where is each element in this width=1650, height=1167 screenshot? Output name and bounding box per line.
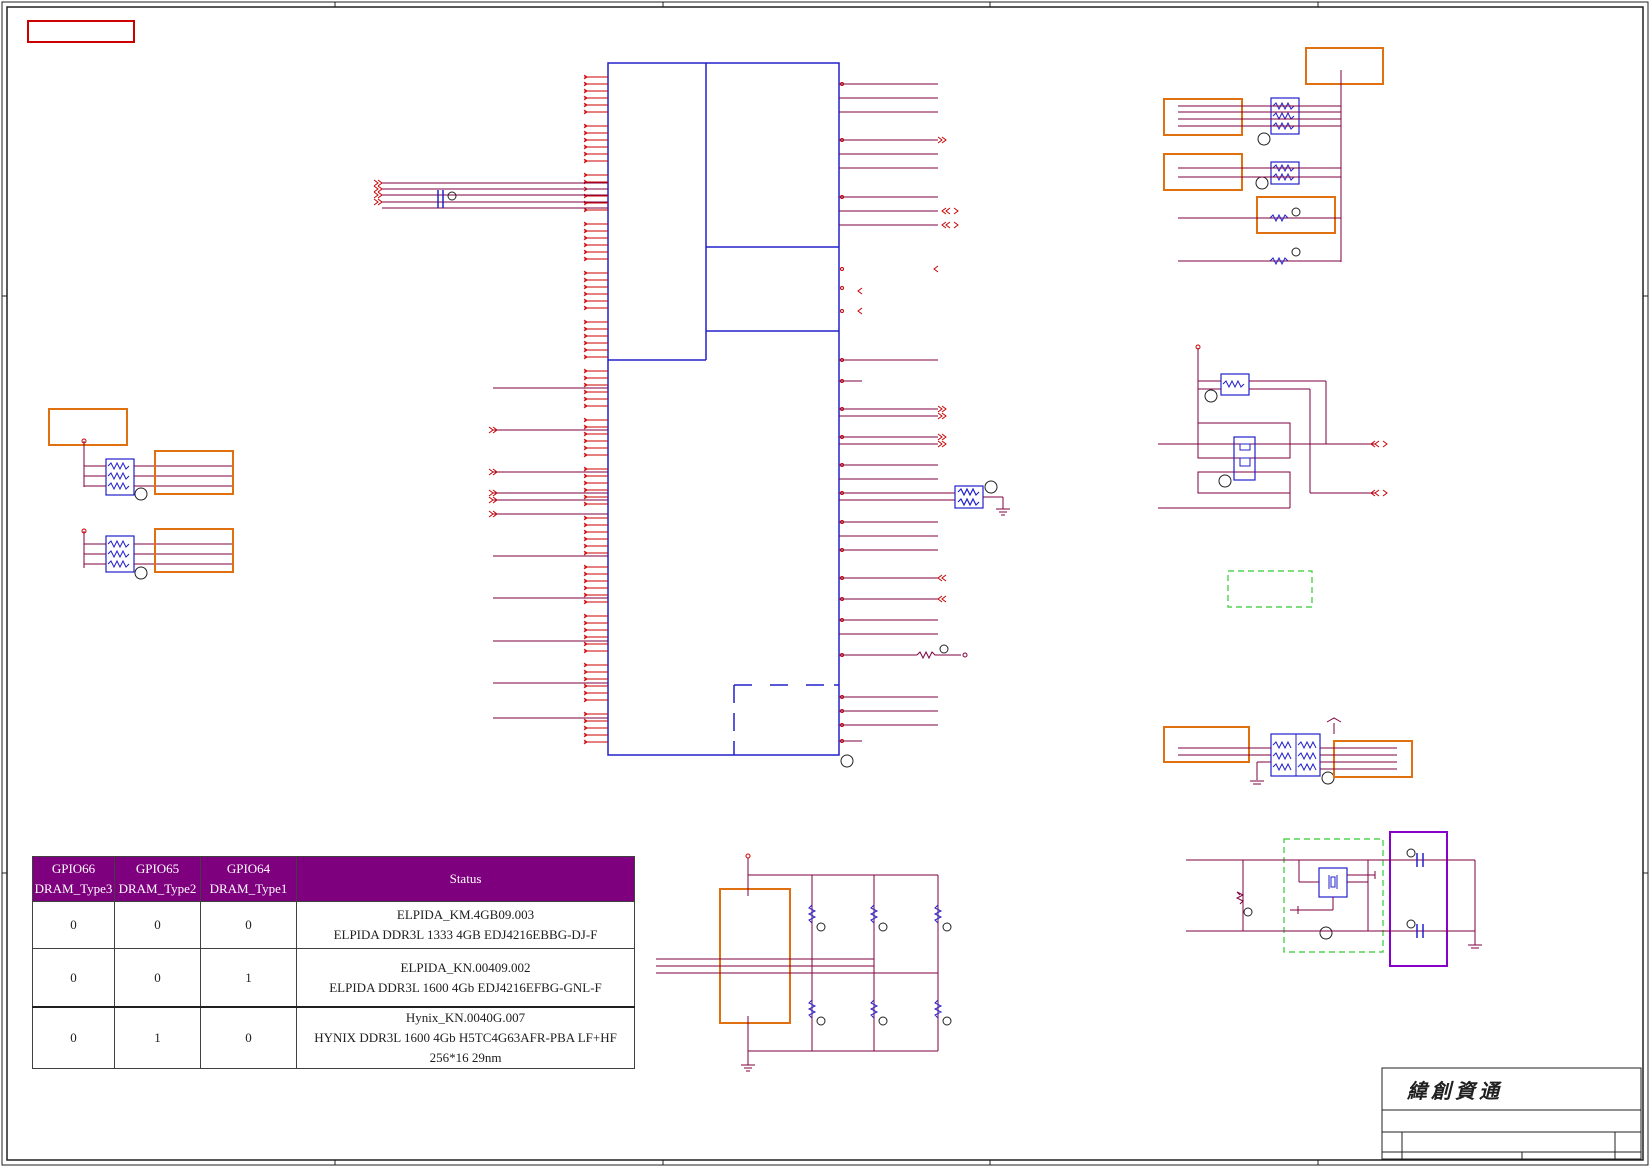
- cell-gpio66: 0: [32, 948, 115, 1008]
- marker-icon: [447, 191, 457, 201]
- header-line: GPIO64: [226, 861, 271, 876]
- cell-gpio65: 1: [114, 1006, 201, 1069]
- lower-right-group: [1163, 717, 1413, 785]
- resistor-ladder: [656, 853, 952, 1072]
- header-gpio65: GPIO65 DRAM_Type2: [114, 856, 201, 902]
- resistor-network-icon: [954, 485, 984, 509]
- left-long-nets: [382, 182, 608, 719]
- table-row: 0 0 0 ELPIDA_KM.4GB09.003 ELPIDA DDR3L 1…: [32, 901, 635, 949]
- right-connector-arrows: [857, 136, 959, 603]
- highlight-box: [27, 20, 135, 43]
- status-desc: ELPIDA DDR3L 1333 4GB EDJ4216EBBG-DJ-F: [333, 927, 598, 942]
- left-connector-arrows: [373, 179, 498, 518]
- cell-gpio66: 0: [32, 1006, 115, 1069]
- cell-status: Hynix_KN.0040G.007 HYNIX DDR3L 1600 4Gb …: [296, 1006, 635, 1069]
- dram-type-table: GPIO66 DRAM_Type3 GPIO65 DRAM_Type2 GPIO…: [32, 856, 635, 1069]
- cell-gpio66: 0: [32, 901, 115, 949]
- table-row: 0 1 0 Hynix_KN.0040G.007 HYNIX DDR3L 160…: [32, 1006, 635, 1069]
- cell-gpio64: 1: [200, 948, 297, 1008]
- cell-gpio65: 0: [114, 948, 201, 1008]
- status-part: ELPIDA_KN.00409.002: [400, 959, 531, 975]
- header-gpio66: GPIO66 DRAM_Type3: [32, 856, 115, 902]
- status-part: Hynix_KN.0040G.007: [405, 1010, 526, 1025]
- marker-icons: [134, 132, 1335, 940]
- header-line: DRAM_Type1: [209, 881, 288, 896]
- cell-gpio65: 0: [114, 901, 201, 949]
- crystal-section: [1186, 831, 1482, 967]
- header-gpio64: GPIO64 DRAM_Type1: [200, 856, 297, 902]
- keepout-box: [1227, 570, 1313, 608]
- pin-dot: [840, 309, 844, 313]
- capacitor-icon: [437, 190, 444, 208]
- mid-right-group: [1158, 344, 1388, 509]
- header-line: GPIO65: [135, 861, 180, 876]
- cell-gpio64: 0: [200, 901, 297, 949]
- pin-dot: [840, 267, 844, 271]
- cell-gpio64: 0: [200, 1006, 297, 1069]
- processor-symbol: [607, 62, 840, 756]
- status-part: ELPIDA_KM.4GB09.003: [396, 907, 535, 922]
- status-desc: HYNIX DDR3L 1600 4Gb H5TC4G63AFR-PBA LF+…: [314, 1030, 617, 1065]
- status-desc: ELPIDA DDR3L 1600 4Gb EDJ4216EFBG-GNL-F: [329, 979, 602, 995]
- right-long-nets: [839, 83, 955, 742]
- left-pin-stubs: [583, 74, 608, 745]
- company-name: 緯創資通: [1407, 1079, 1503, 1103]
- header-status: Status: [296, 856, 635, 902]
- right-pin-stubs: [840, 82, 844, 743]
- header-line: GPIO66: [51, 861, 96, 876]
- ground-icon: [983, 496, 1010, 516]
- cell-status: ELPIDA_KN.00409.002 ELPIDA DDR3L 1600 4G…: [296, 948, 635, 1008]
- cell-status: ELPIDA_KM.4GB09.003 ELPIDA DDR3L 1333 4G…: [296, 901, 635, 949]
- pin-dot: [840, 286, 844, 290]
- header-line: DRAM_Type3: [34, 881, 113, 896]
- table-row: 0 0 1 ELPIDA_KN.00409.002 ELPIDA DDR3L 1…: [32, 948, 635, 1008]
- top-right-group: [1163, 47, 1384, 266]
- header-line: DRAM_Type2: [118, 881, 197, 896]
- table-header-row: GPIO66 DRAM_Type3 GPIO65 DRAM_Type2 GPIO…: [32, 856, 635, 902]
